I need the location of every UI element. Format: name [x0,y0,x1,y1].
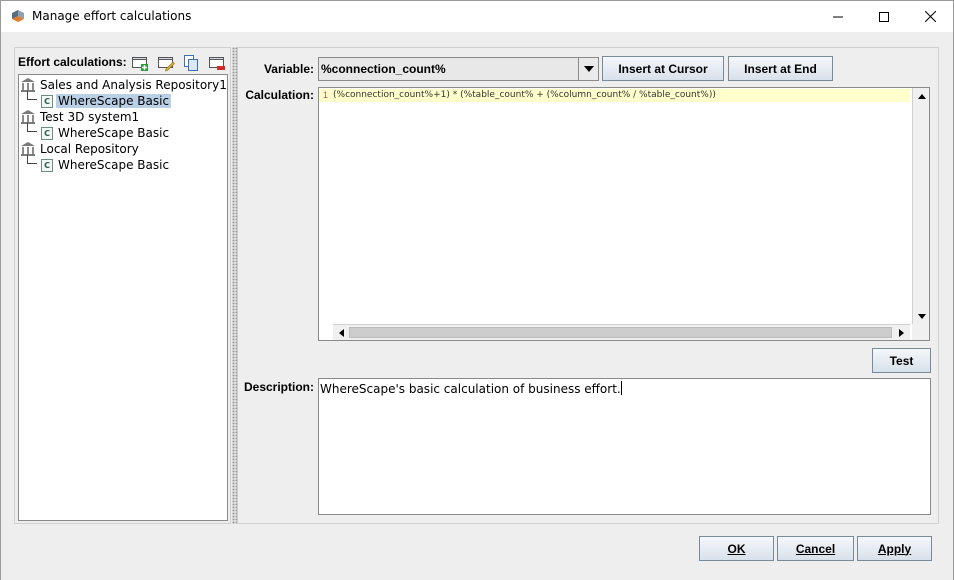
repository-label: Test 3D system1 [40,110,140,124]
add-calculation-icon[interactable] [131,54,149,72]
maximize-button[interactable] [861,1,907,32]
cancel-button[interactable]: Cancel [777,536,854,561]
manage-effort-window: Manage effort calculations Effort calcul… [0,0,954,580]
description-field[interactable]: WhereScape's basic calculation of busine… [318,378,931,515]
horizontal-scrollbar[interactable] [333,324,910,340]
copy-calculation-icon[interactable] [182,54,200,72]
effort-calculations-title: Effort calculations: [18,55,127,69]
insert-at-end-button[interactable]: Insert at End [728,56,833,81]
line-number: 1 [323,90,329,100]
tree-repository[interactable]: Test 3D system1 [21,109,141,125]
calculation-label: Calculation: [245,88,314,102]
calculation-label: WhereScape Basic [58,126,170,140]
horizontal-scroll-thumb[interactable] [349,327,892,338]
apply-button[interactable]: Apply [857,536,932,561]
scroll-down-button[interactable] [914,309,929,324]
repository-icon [21,110,35,124]
title-bar: Manage effort calculations [1,1,953,32]
tree-connector [27,91,37,100]
scroll-corner [912,324,929,340]
arrow-down-icon [917,314,926,319]
tree-connector [27,155,37,164]
close-icon [924,11,936,22]
calculations-tree[interactable]: Sales and Analysis Repository1 C WhereSc… [18,74,228,521]
text-caret [620,381,622,395]
scroll-up-button[interactable] [914,89,929,104]
repository-label: Local Repository [40,142,139,156]
apply-label: Apply [877,541,912,556]
close-button[interactable] [907,1,953,32]
test-button[interactable]: Test [872,348,931,373]
tree-calculation[interactable]: C WhereScape Basic [41,93,172,109]
ok-button[interactable]: OK [699,536,774,561]
repository-label: Sales and Analysis Repository1 [40,78,227,92]
arrow-left-icon [339,328,344,337]
window-title: Manage effort calculations [32,9,192,23]
minimize-button[interactable] [815,1,861,32]
app-icon [12,10,24,22]
arrow-up-icon [917,94,926,99]
cancel-label: Cancel [795,541,836,556]
effort-calculations-panel: Effort calculations: Sales and Analysis … [14,47,231,524]
calculation-label: WhereScape Basic [56,94,172,108]
variable-value: %connection_count% [321,62,446,76]
arrow-right-icon [899,328,904,337]
delete-calculation-icon[interactable] [208,54,226,72]
edit-calculation-icon[interactable] [157,54,175,72]
description-label: Description: [243,380,314,394]
dialog-body: Effort calculations: Sales and Analysis … [1,32,953,580]
variable-dropdown-button[interactable] [578,58,598,80]
variable-select[interactable]: %connection_count% [318,57,599,81]
calculation-editor-panel: Variable: %connection_count% Insert at C… [237,47,939,524]
left-header: Effort calculations: [18,54,230,72]
tree-repository[interactable]: Sales and Analysis Repository1 [21,77,229,93]
scroll-right-button[interactable] [894,325,909,340]
vertical-scrollbar[interactable] [912,88,929,325]
calculation-editor[interactable]: 1 (%connection_count%+1) * (%table_count… [318,87,930,341]
chevron-down-icon [583,66,594,72]
scroll-left-button[interactable] [334,325,349,340]
minimize-icon [833,16,843,17]
ok-label: OK [727,541,746,556]
repository-icon [21,78,35,92]
calculation-icon: C [41,158,53,172]
variable-label: Variable: [263,62,314,76]
tree-connector [27,123,37,132]
maximize-icon [879,11,889,22]
tree-calculation[interactable]: C WhereScape Basic [41,157,171,173]
insert-at-cursor-button[interactable]: Insert at Cursor [602,56,724,81]
repository-icon [21,142,35,156]
description-text: WhereScape's basic calculation of busine… [320,381,622,396]
tree-calculation[interactable]: C WhereScape Basic [41,125,171,141]
calculation-code[interactable]: (%connection_count%+1) * (%table_count% … [333,90,716,100]
calculation-label: WhereScape Basic [58,158,170,172]
calculation-icon: C [41,94,53,108]
calculation-icon: C [41,126,53,140]
